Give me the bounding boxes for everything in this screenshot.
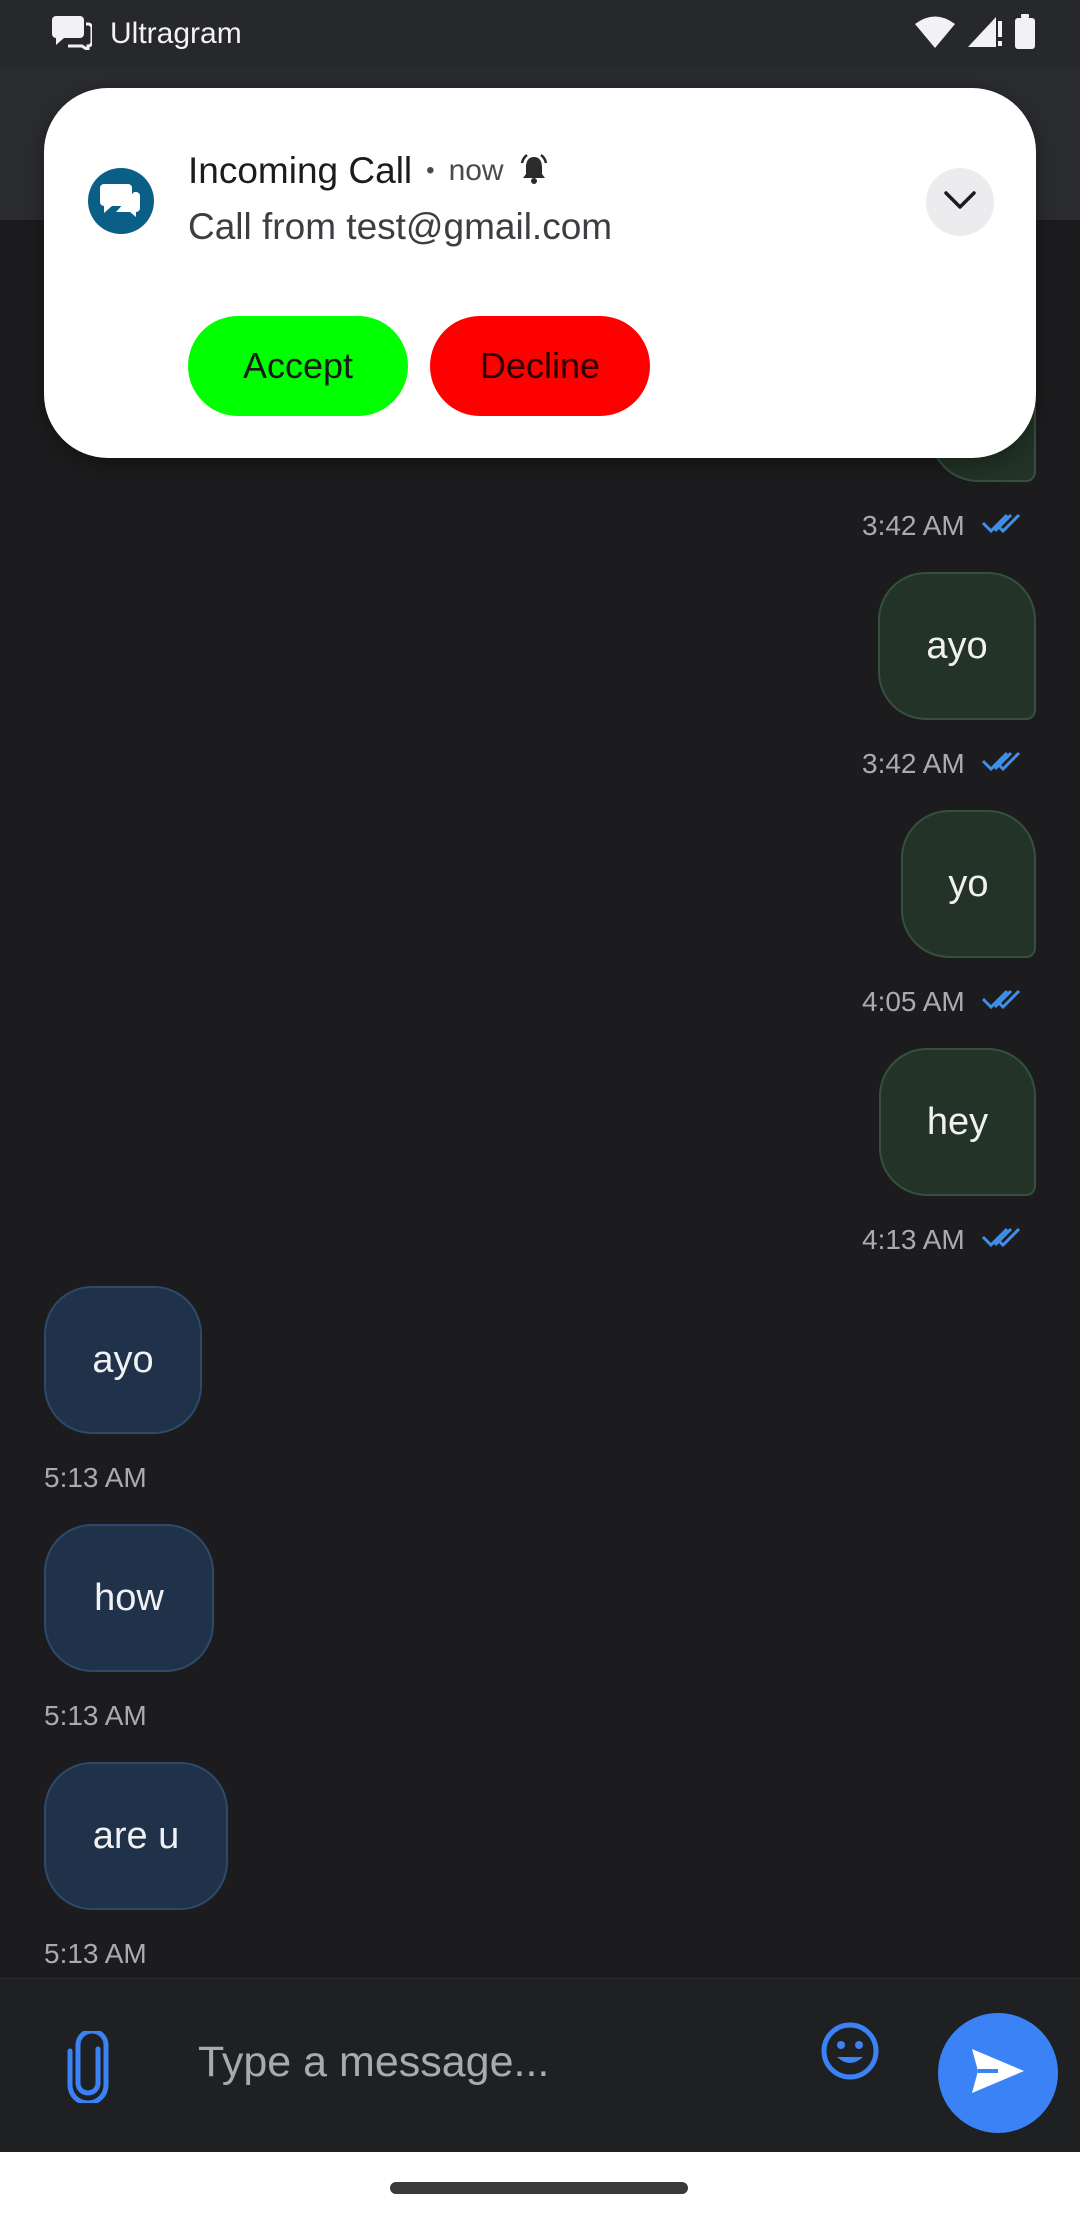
message-bubble-incoming[interactable]: how <box>44 1524 214 1672</box>
decline-call-button[interactable]: Decline <box>430 316 650 416</box>
chat-bubble-icon <box>52 14 94 55</box>
message-meta: 3:42 AM <box>862 510 1025 542</box>
message-time: 4:13 AM <box>862 1224 965 1255</box>
message-meta: 4:13 AM <box>862 1224 1025 1256</box>
message-time: 5:13 AM <box>44 1938 147 1969</box>
send-button[interactable] <box>938 2013 1058 2133</box>
message-bubble-incoming[interactable]: ayo <box>44 1286 202 1434</box>
app-notification-icon <box>88 168 154 234</box>
message-meta: 5:13 AM <box>44 1938 147 1970</box>
message-text: yo <box>948 862 989 905</box>
message-time: 3:42 AM <box>862 510 965 541</box>
message-input-bar <box>0 1978 1080 2152</box>
notification-time: now <box>448 154 504 187</box>
message-meta: 3:42 AM <box>862 748 1025 780</box>
wifi-icon <box>914 15 956 54</box>
message-meta: 5:13 AM <box>44 1462 147 1494</box>
separator-dot: • <box>426 157 435 184</box>
notification-header: Incoming Call • now <box>188 150 550 192</box>
message-text: how <box>94 1576 164 1619</box>
status-bar: Ultragram <box>0 0 1080 68</box>
status-app: Ultragram <box>52 14 242 55</box>
message-input[interactable] <box>170 2007 780 2117</box>
gesture-handle[interactable] <box>390 2182 688 2194</box>
double-check-icon <box>981 986 1025 1018</box>
notification-body: Call from test@gmail.com <box>188 206 613 247</box>
message-text: hey <box>926 1100 989 1143</box>
double-check-icon <box>981 748 1025 780</box>
expand-notification-button[interactable] <box>926 168 994 236</box>
message-bubble-outgoing[interactable]: hey <box>879 1048 1036 1196</box>
message-time: 3:42 AM <box>862 748 965 779</box>
message-time: 4:05 AM <box>862 986 965 1017</box>
status-app-name: Ultragram <box>110 17 242 50</box>
accept-call-button[interactable]: Accept <box>188 316 408 416</box>
message-text: ayo <box>92 1338 154 1381</box>
message-bubble-incoming[interactable]: are u <box>44 1762 228 1910</box>
message-meta: 4:05 AM <box>862 986 1025 1018</box>
signal-icon <box>966 15 1004 54</box>
alarm-bell-icon <box>518 153 550 190</box>
message-text: ayo <box>926 624 988 667</box>
message-meta: 5:13 AM <box>44 1700 147 1732</box>
incoming-call-notification[interactable]: Incoming Call • now Call from test@gmail… <box>44 88 1036 458</box>
notification-title: Incoming Call <box>188 150 413 191</box>
double-check-icon <box>981 1224 1025 1256</box>
message-text: are u <box>92 1814 180 1857</box>
message-bubble-outgoing[interactable]: yo <box>901 810 1036 958</box>
emoji-icon[interactable] <box>820 2021 880 2081</box>
message-bubble-outgoing[interactable]: ayo <box>878 572 1036 720</box>
message-time: 5:13 AM <box>44 1700 147 1731</box>
gesture-nav-area <box>0 2152 1080 2220</box>
message-time: 5:13 AM <box>44 1462 147 1493</box>
send-icon <box>968 2045 1028 2102</box>
battery-icon <box>1014 13 1036 55</box>
paperclip-icon[interactable] <box>62 2028 114 2106</box>
double-check-icon <box>981 510 1025 542</box>
status-icons <box>914 13 1036 55</box>
chevron-down-icon <box>942 189 978 216</box>
chat-area: 3:42 AM ayo 3:42 AM yo 4:05 AM hey 4:13 … <box>0 220 1080 1980</box>
